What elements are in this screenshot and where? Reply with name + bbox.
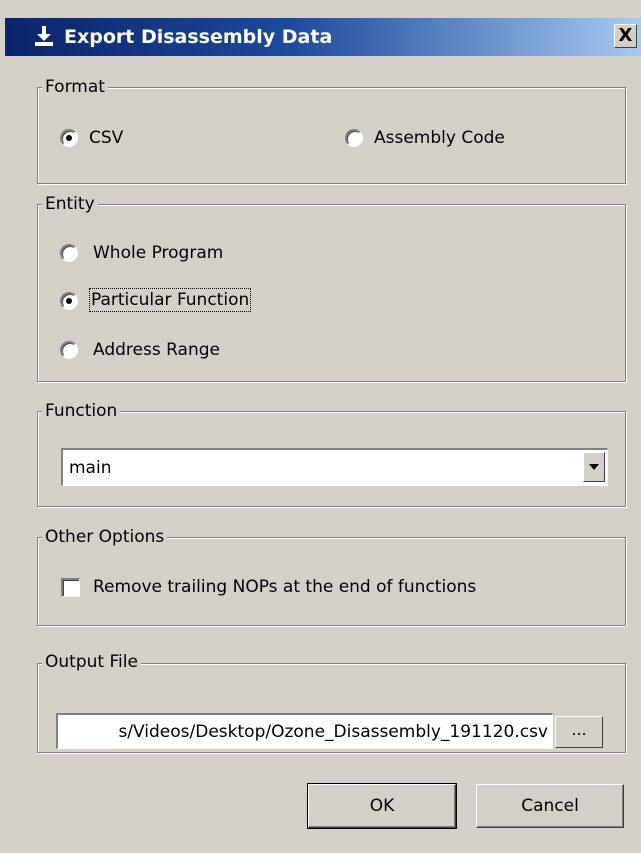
output-file-legend: Output File	[42, 652, 141, 672]
function-select[interactable]: main	[61, 448, 608, 486]
csv-radio[interactable]	[60, 129, 78, 147]
assembly-code-radio[interactable]	[345, 129, 363, 147]
export-dialog: Export Disassembly Data X Format CSV Ass…	[0, 0, 641, 853]
cancel-button[interactable]: Cancel	[476, 784, 624, 828]
function-legend: Function	[42, 401, 121, 421]
title-bar[interactable]: Export Disassembly Data X	[5, 18, 641, 56]
function-select-value: main	[69, 458, 112, 478]
download-icon	[35, 26, 53, 46]
address-range-radio[interactable]	[60, 341, 78, 359]
whole-program-radio[interactable]	[60, 244, 78, 262]
remove-trailing-nops-checkbox[interactable]	[61, 578, 80, 597]
whole-program-label[interactable]: Whole Program	[93, 243, 223, 263]
output-file-path: s/Videos/Desktop/Ozone_Disassembly_19112…	[118, 722, 548, 742]
format-group	[37, 87, 626, 184]
format-legend: Format	[42, 77, 108, 97]
assembly-code-label[interactable]: Assembly Code	[374, 128, 505, 148]
remove-trailing-nops-label[interactable]: Remove trailing NOPs at the end of funct…	[93, 577, 476, 597]
particular-function-label[interactable]: Particular Function	[88, 288, 252, 312]
window-title: Export Disassembly Data	[64, 26, 333, 48]
output-file-input[interactable]: s/Videos/Desktop/Ozone_Disassembly_19112…	[56, 713, 553, 749]
particular-function-radio[interactable]	[60, 292, 78, 310]
chevron-down-icon[interactable]	[583, 452, 605, 482]
other-options-legend: Other Options	[42, 527, 168, 547]
csv-label[interactable]: CSV	[89, 128, 123, 148]
entity-legend: Entity	[42, 194, 98, 214]
ok-button[interactable]: OK	[307, 783, 457, 829]
browse-button[interactable]: ...	[555, 716, 603, 748]
address-range-label[interactable]: Address Range	[93, 340, 220, 360]
close-button[interactable]: X	[614, 24, 637, 48]
